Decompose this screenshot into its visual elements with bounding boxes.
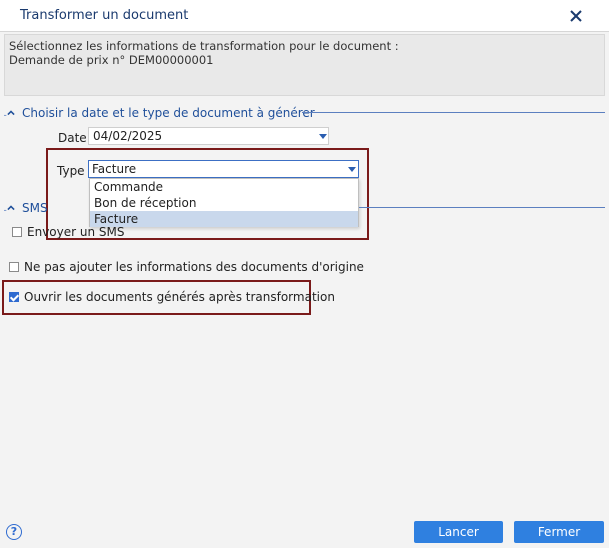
type-option-facture[interactable]: Facture [90,211,358,227]
type-select[interactable]: Facture [88,160,359,178]
date-label: Date [58,131,87,145]
open-generated-checkbox[interactable] [9,292,19,302]
info-line-1: Sélectionnez les informations de transfo… [9,39,399,53]
send-sms-checkbox[interactable] [12,227,22,237]
help-icon[interactable]: ? [6,524,22,540]
date-field[interactable]: 04/02/2025 [88,127,329,145]
section-divider [359,207,605,208]
type-option-commande[interactable]: Commande [90,179,358,195]
chevron-up-icon [4,205,15,211]
launch-button[interactable]: Lancer [414,521,503,543]
type-option-bon-de-reception[interactable]: Bon de réception [90,195,358,211]
chevron-down-icon[interactable] [319,134,327,139]
type-selected-value: Facture [92,162,137,176]
open-generated-label: Ouvrir les documents générés après trans… [24,290,335,304]
info-panel: Sélectionnez les informations de transfo… [4,34,605,96]
dialog-titlebar: Transformer un document [0,0,609,32]
chevron-up-icon [4,110,15,116]
close-dialog-button[interactable]: Fermer [514,521,604,543]
close-button[interactable] [566,6,586,26]
date-value: 04/02/2025 [93,129,163,143]
close-icon [570,10,582,22]
section-date-type-header[interactable]: Choisir la date et le type de document à… [4,106,315,120]
section-sms-label: SMS [22,201,48,215]
info-line-2: Demande de prix n° DEM00000001 [9,53,214,67]
type-label: Type [57,164,85,178]
chevron-down-icon[interactable] [348,167,356,172]
section-divider [302,112,605,113]
section-sms-header[interactable]: SMS [4,201,48,215]
type-dropdown-list: Commande Bon de réception Facture [89,178,359,227]
no-origin-info-checkbox[interactable] [9,262,19,272]
no-origin-info-label: Ne pas ajouter les informations des docu… [24,260,364,274]
send-sms-label: Envoyer un SMS [27,225,125,239]
dialog-title: Transformer un document [20,8,189,23]
section-date-type-label: Choisir la date et le type de document à… [22,106,315,120]
